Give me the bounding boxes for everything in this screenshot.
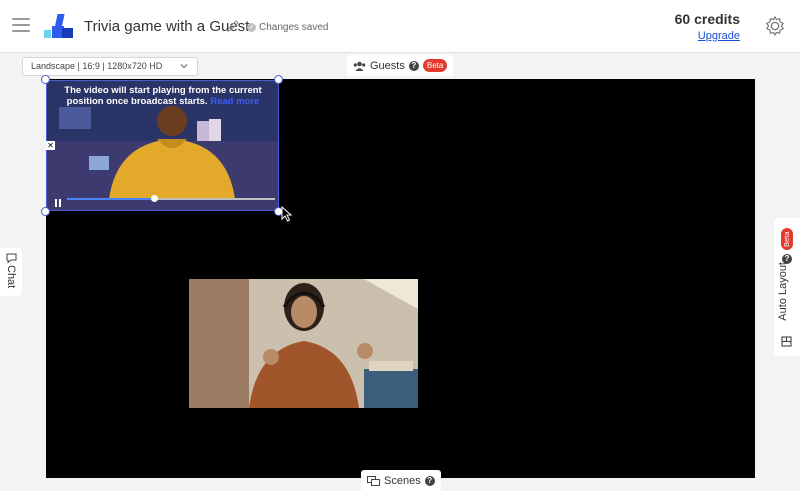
scenes-label: Scenes — [384, 474, 421, 487]
help-icon[interactable]: ? — [408, 60, 419, 71]
chat-label: Chat — [5, 265, 17, 289]
layout-icon — [781, 336, 792, 347]
guests-label: Guests — [370, 59, 405, 72]
host-video-tile[interactable] — [189, 279, 418, 408]
resize-handle-bottom-left[interactable] — [41, 207, 50, 216]
beta-badge: Beta — [422, 59, 448, 72]
guests-tab[interactable]: Guests ? Beta — [347, 55, 454, 76]
users-icon — [353, 61, 366, 71]
read-more-link[interactable]: Read more — [210, 96, 259, 107]
auto-layout-label: Auto Layout — [777, 262, 789, 321]
video-progress-bar[interactable] — [67, 195, 275, 202]
app-logo — [44, 14, 73, 38]
auto-layout-tab[interactable]: Beta ? Auto Layout — [774, 218, 800, 356]
scenes-tab[interactable]: Scenes ? — [361, 470, 441, 491]
hamburger-menu-icon[interactable] — [12, 18, 30, 34]
video-progress-fill — [67, 198, 155, 200]
pause-button[interactable] — [55, 194, 63, 207]
check-icon: ✓ — [247, 23, 256, 32]
layout-select[interactable]: Landscape | 16:9 | 1280x720 HD — [22, 57, 198, 76]
video-progress-knob[interactable] — [151, 195, 159, 202]
remove-tile-icon[interactable]: ✕ — [46, 141, 55, 150]
chevron-down-icon — [180, 64, 188, 69]
layout-select-value: Landscape | 16:9 | 1280x720 HD — [31, 61, 163, 71]
save-status: ✓ Changes saved — [247, 22, 329, 33]
guest-video-tile[interactable]: The video will start playing from the cu… — [46, 80, 279, 211]
host-video-frame — [189, 279, 418, 408]
top-bar: Trivia game with a Guest ✓ Changes saved… — [0, 0, 800, 53]
chat-tab[interactable]: Chat — [0, 248, 22, 296]
guest-video-controls — [51, 194, 277, 207]
chat-icon — [6, 253, 17, 263]
pencil-icon[interactable] — [226, 19, 240, 33]
save-status-label: Changes saved — [259, 22, 329, 33]
credits-amount: 60 credits — [674, 11, 740, 27]
help-icon[interactable]: ? — [424, 475, 435, 486]
resize-handle-top-right[interactable] — [274, 75, 283, 84]
mouse-cursor-icon — [281, 206, 293, 222]
gear-icon[interactable] — [764, 15, 786, 37]
resize-handle-top-left[interactable] — [41, 75, 50, 84]
scenes-icon — [367, 475, 380, 486]
guest-video-message: The video will start playing from the cu… — [53, 85, 273, 107]
upgrade-link[interactable]: Upgrade — [675, 30, 740, 42]
project-title[interactable]: Trivia game with a Guest — [84, 18, 249, 35]
auto-layout-beta-badge: Beta — [781, 228, 793, 250]
credits-panel: 60 credits Upgrade — [675, 11, 740, 42]
